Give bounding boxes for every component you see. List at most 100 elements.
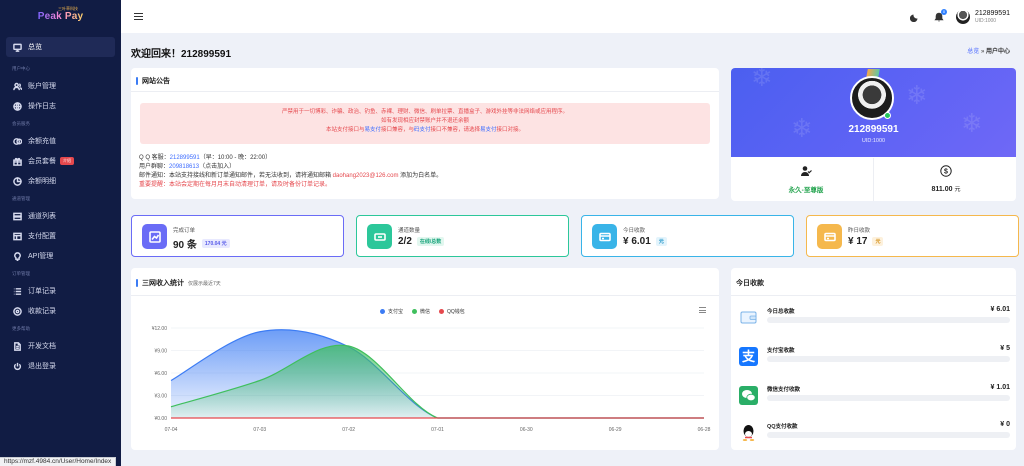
browser-status-url: https://mzf.4984.cn/User/Home/Index [0,457,117,466]
sidebar-item-label: 开发文档 [28,343,56,350]
nav-section-user-center: 用户中心 [12,65,30,71]
stat-value: ¥ 6.01 [623,236,651,247]
announcement-card: 网站公告 严禁用于一切博彩、诈骗、政治、钓鱼、赤裸、理财、微信、刷单拉票、直播盒… [131,68,719,199]
income-chart: ¥0.00 ¥3.00 ¥6.00 ¥9.00 ¥12.00 07-04 07-03 07-0… [152,326,711,433]
income-progress [767,432,1010,438]
moon-icon[interactable] [909,12,920,22]
sidebar: 三叶草科技 Peak Pay 总览 用户中心 账户管理 操作日志 会员服务 余额… [0,0,121,466]
breadcrumb-current: 用户中心 [985,49,1010,55]
today-income-card: 今日收款 今日总收款 ¥ 6.01 支 支付宝收款 ¥ 5 微信支付收款 ¥ 1… [731,268,1016,450]
income-amount: ¥ 5 [1000,345,1010,352]
stat-tag: 元 [872,237,884,246]
mail-address: daohang2023@126.com [332,173,399,179]
sidebar-item-docs[interactable]: 开发文档 [0,336,121,356]
qq-link[interactable]: 212899591 [170,155,200,161]
group-link[interactable]: 209818613 [169,164,199,170]
y-tick-label: ¥0.00 [154,416,167,422]
stat-value-row: 2/2 在线/总数 [398,236,445,247]
announcement-title: 网站公告 [136,76,170,86]
stat-yesterday-income: 昨日收款 ¥ 17 元 [806,215,1019,257]
qq-label: Q Q 客服： [139,155,170,161]
nav-section-member-service: 会员服务 [12,120,30,126]
stat-icon-bg [817,224,842,249]
qq-hours: （早：10:00 - 晚：22:00） [199,155,272,161]
snowflake-decoration: ❄ [751,68,773,92]
income-amount: ¥ 0 [1000,421,1010,428]
sidebar-item-api[interactable]: API管理 [0,246,121,266]
warning-line-3: 本站支付接口与易支付接口兼容，与码支付接口不兼容，请选择易支付接口对接。 [140,126,710,135]
sidebar-item-oplog[interactable]: 操作日志 [0,96,121,116]
x-tick-label: 06-28 [698,427,711,433]
today-income-title: 今日收款 [736,280,764,287]
sidebar-item-channels[interactable]: 通道列表 [0,206,121,226]
nav-section-order-manage: 订单管理 [12,270,30,276]
sidebar-item-collect[interactable]: 收款记录 [0,301,121,321]
income-amount: ¥ 6.01 [990,306,1010,313]
package-badge: 介绍 [60,157,74,165]
income-progress [767,317,1010,323]
sidebar-item-overview[interactable]: 总览 [6,37,115,57]
vip-level: 永久-至尊版 [756,165,856,194]
divider [131,91,719,92]
stat-value-row: ¥ 17 元 [848,236,884,247]
notification-count: 0 [940,8,947,15]
epay-link[interactable]: 易支付 [364,127,381,133]
wallet-icon [823,232,836,241]
sidebar-item-orders[interactable]: 订单记录 [0,281,121,301]
sidebar-item-recharge[interactable]: 余额充值 [0,131,121,151]
stat-today-income: 今日收款 ¥ 6.01 元 [581,215,794,257]
brand-logo[interactable]: 三叶草科技 Peak Pay [0,0,121,33]
income-label: 微信支付收款 [767,387,801,393]
user-menu[interactable]: 212899591 UID:1000 [975,10,1010,24]
stat-icon-bg [367,224,392,249]
warning-line-2: 如有发现相应封禁账户并不退还余额 [380,118,469,124]
sidebar-item-pay-config[interactable]: 支付配置 [0,226,121,246]
sidebar-item-logout[interactable]: 退出登录 [0,356,121,376]
sidebar-item-account[interactable]: 账户管理 [0,76,121,96]
qq-icon [739,423,758,442]
sidebar-item-label: 余额明细 [28,178,56,185]
wallet-icon [739,308,758,327]
monitor-icon [12,42,22,52]
svg-text:支: 支 [741,349,756,365]
alipay-icon: 支 [739,347,758,366]
power-icon [12,361,22,371]
gift-icon [12,156,22,166]
sidebar-item-label: 订单记录 [28,288,56,295]
server-icon [12,211,22,221]
disc-icon [12,306,22,316]
avatar[interactable] [955,9,970,24]
stat-value: 2/2 [398,236,412,247]
stat-value-row: ¥ 6.01 元 [623,236,667,247]
list-icon [12,286,22,296]
stat-completed-orders: 完成订单 90 条 170.04 元 [131,215,344,257]
notification-bell[interactable]: 0 [934,8,947,22]
y-tick-label: ¥12.00 [152,326,168,332]
profile-card: ❄ ❄ ❄ ❄ 212899591 UID:1000 永久-至尊版 $ 811.… [731,68,1016,201]
stat-tag: 在线/总数 [416,237,445,246]
income-label: 今日总收款 [767,309,795,315]
x-tick-label: 07-04 [165,427,178,433]
warning-text: 接口不兼容，请选择 [430,127,481,133]
breadcrumb-home-link[interactable]: 总览 [967,49,979,55]
stat-value: ¥ 17 [848,236,868,247]
income-label: QQ支付收款 [767,424,798,430]
dollar-circle-icon: $ [940,165,952,177]
sidebar-item-label: 收款记录 [28,308,56,315]
nav-section-more-help: 更多帮助 [12,325,30,331]
stat-label: 通道数量 [398,228,421,234]
nav-section-channel-manage: 通道管理 [12,195,30,201]
epay-link-2[interactable]: 易支付 [480,127,497,133]
list-item: 支 支付宝收款 ¥ 5 [739,343,1010,373]
contact-info: Q Q 客服：212899591（早：10:00 - 晚：22:00） 用户群聊… [139,154,442,190]
menu-toggle-icon[interactable] [134,13,143,20]
stat-icon-bg [592,224,617,249]
svg-text:$: $ [944,168,948,175]
sidebar-item-package[interactable]: 会员套餐 介绍 [0,151,121,171]
topbar-actions: 0 212899591 UID:1000 [909,0,1010,33]
warning-alert: 严禁用于一切博彩、诈骗、政治、钓鱼、赤裸、理财、微信、刷单拉票、直播盒子、游戏外… [140,103,710,144]
sidebar-item-label: 会员套餐 [28,158,56,165]
codepay-link[interactable]: 码支付 [414,127,431,133]
sidebar-item-balance[interactable]: 余额明细 [0,171,121,191]
sidebar-nav: 总览 用户中心 账户管理 操作日志 会员服务 余额充值 会员套餐 介绍 余额明细… [0,33,121,376]
